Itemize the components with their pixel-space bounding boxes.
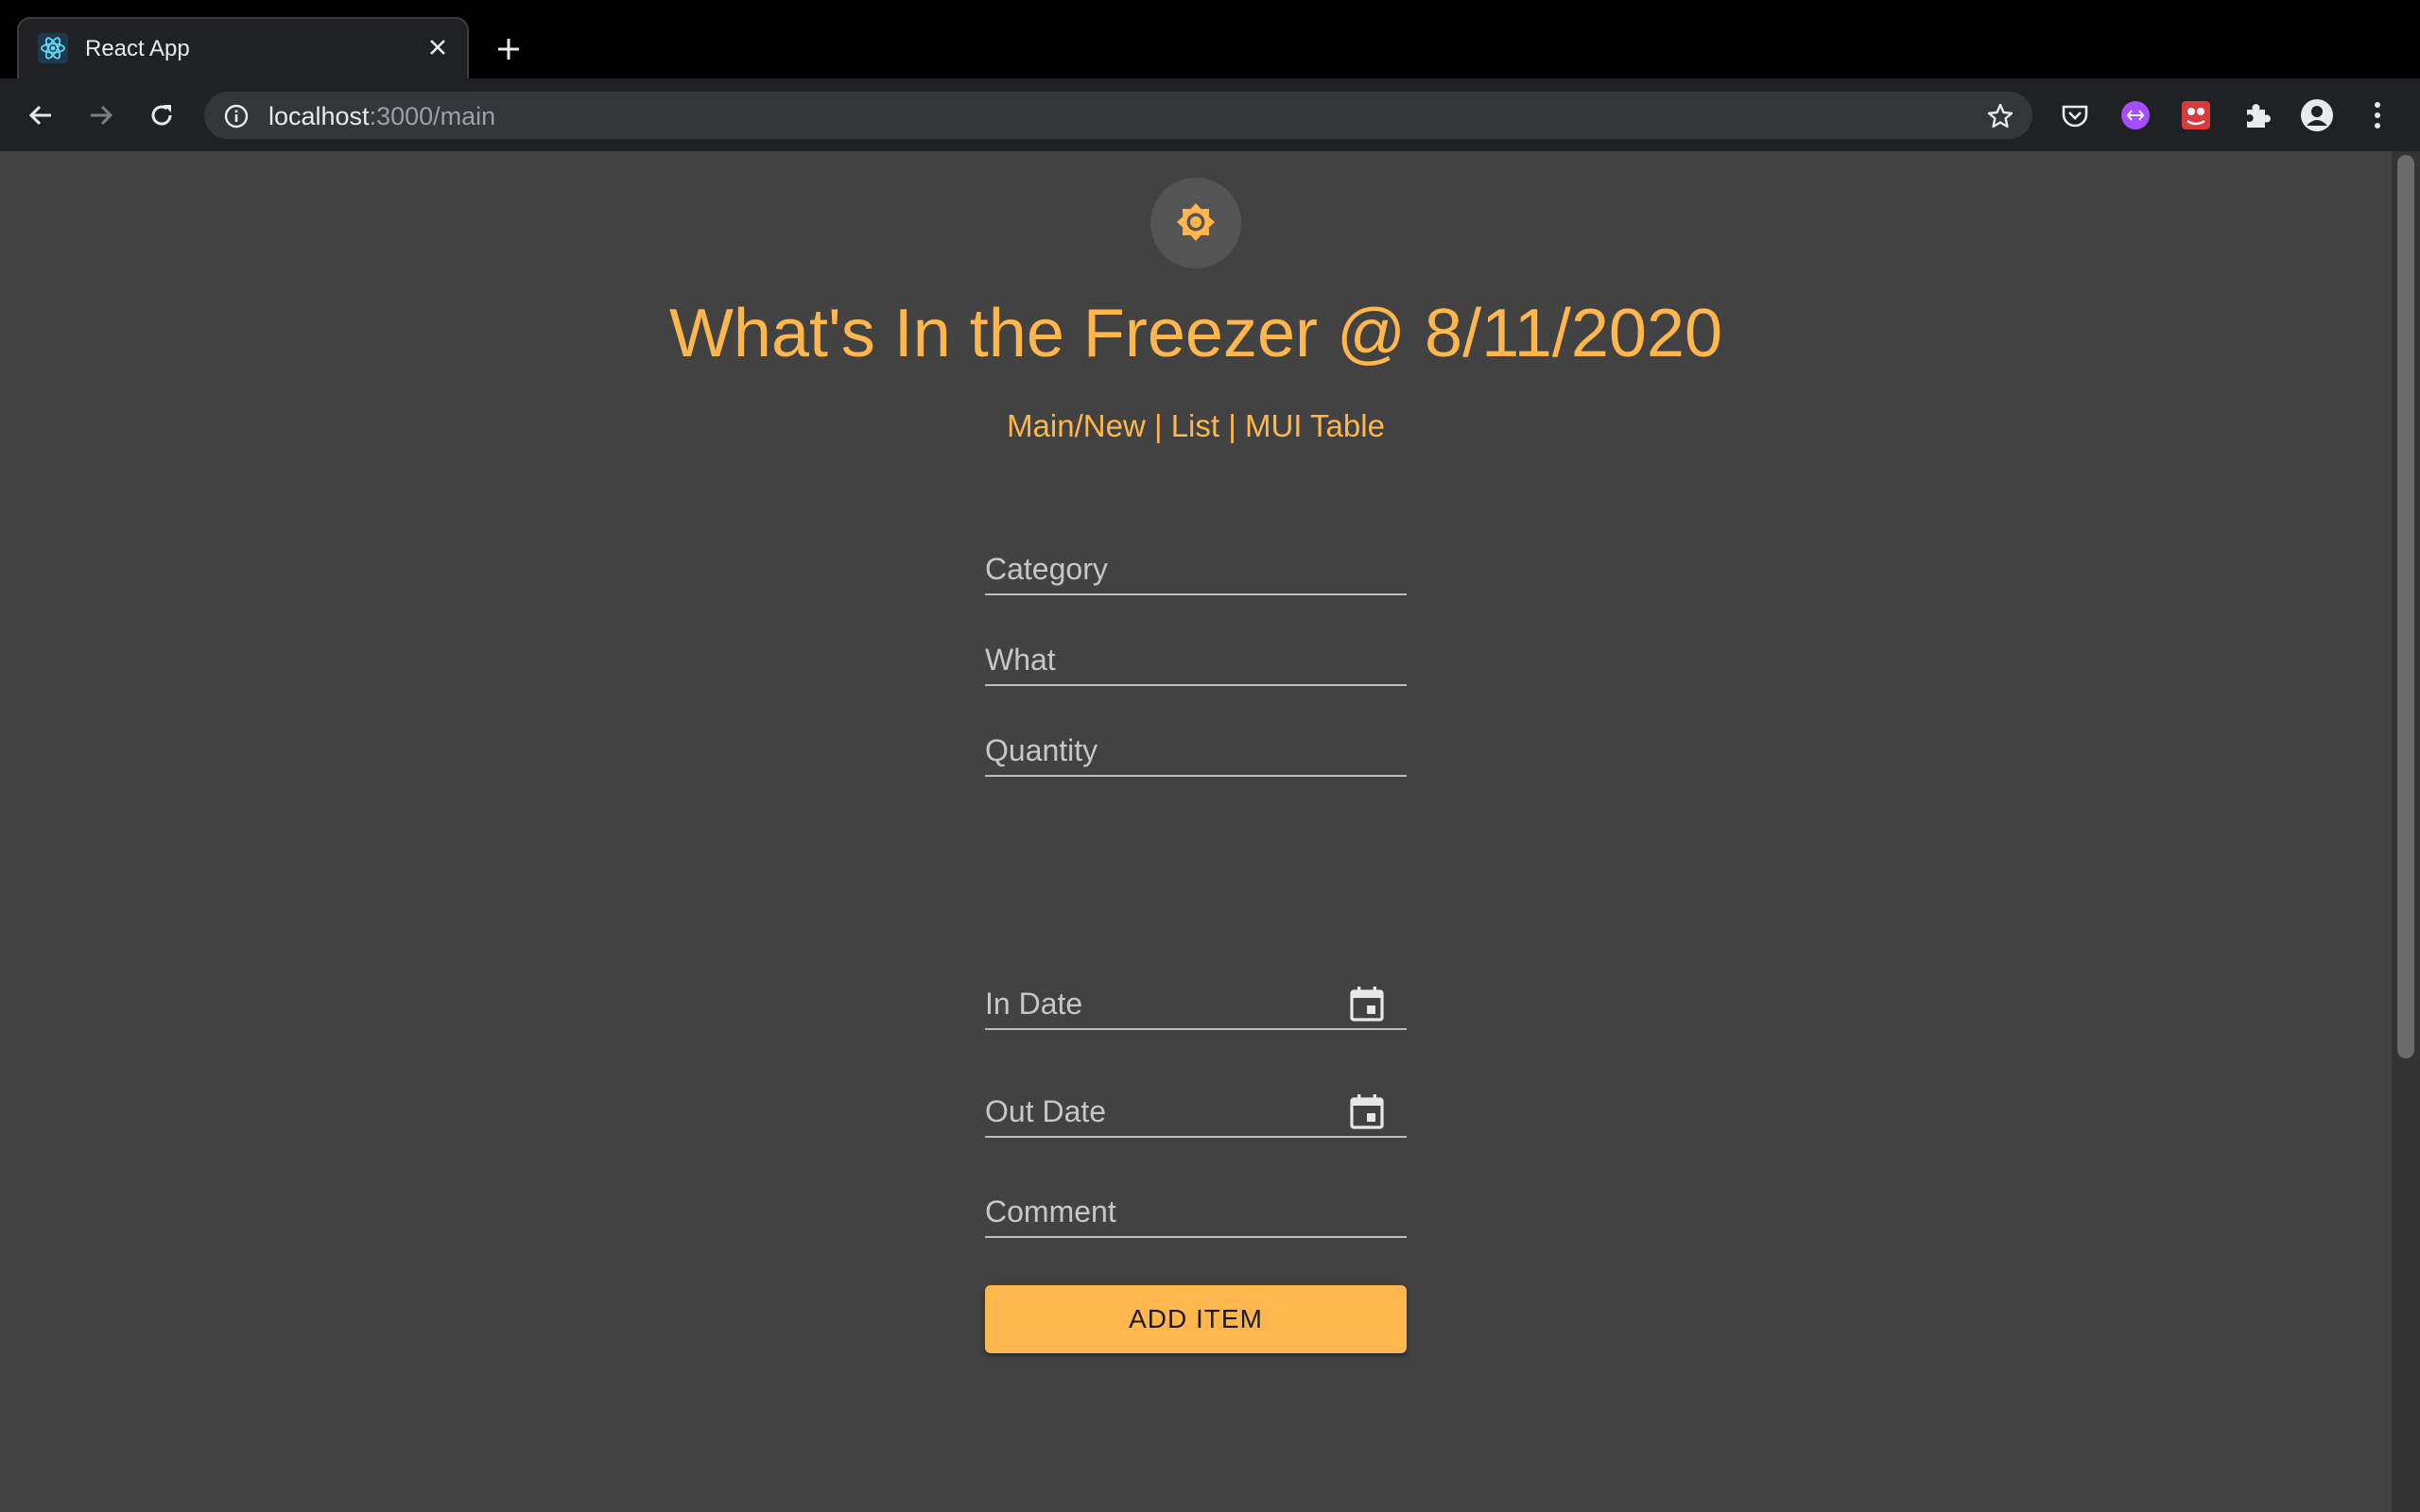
info-icon[interactable] (223, 103, 250, 129)
forward-icon[interactable] (81, 95, 121, 135)
nav-links: Main/New | List | MUI Table (0, 408, 2392, 444)
nav-separator: | (1145, 408, 1171, 443)
extension-red-icon[interactable] (2178, 97, 2214, 133)
out-date-input[interactable] (985, 1081, 1344, 1136)
menu-dots-icon[interactable] (2360, 97, 2395, 133)
what-field (985, 629, 1407, 686)
extension-purple-icon[interactable] (2118, 97, 2153, 133)
theme-toggle-button[interactable] (1150, 178, 1241, 268)
url-host: localhost (268, 102, 370, 130)
page-content: What's In the Freezer @ 8/11/2020 Main/N… (0, 151, 2420, 1512)
quantity-input[interactable] (985, 720, 1407, 775)
new-tab-icon[interactable] (490, 30, 527, 68)
puzzle-extensions-icon[interactable] (2238, 97, 2274, 133)
quantity-field (985, 720, 1407, 777)
nav-link-list[interactable]: List (1171, 408, 1219, 443)
address-bar[interactable]: localhost:3000/main (204, 92, 2032, 139)
react-atom-icon (38, 33, 68, 63)
what-input[interactable] (985, 629, 1407, 684)
in-date-calendar-icon[interactable] (1346, 983, 1388, 1024)
tab-title: React App (85, 36, 190, 61)
browser-toolbar: localhost:3000/main (0, 78, 2420, 151)
comment-input[interactable] (985, 1181, 1407, 1236)
out-date-calendar-icon[interactable] (1346, 1091, 1388, 1132)
in-date-field (985, 973, 1407, 1030)
page-title: What's In the Freezer @ 8/11/2020 (668, 296, 1723, 371)
browser-tab[interactable]: React App (17, 17, 469, 80)
browser-tab-bar: React App (0, 0, 2420, 80)
nav-link-main-new[interactable]: Main/New (1007, 408, 1146, 443)
category-input[interactable] (985, 539, 1407, 593)
category-field (985, 539, 1407, 595)
pocket-icon[interactable] (2057, 97, 2093, 133)
add-item-button[interactable]: ADD ITEM (985, 1285, 1407, 1353)
scrollbar-thumb[interactable] (2397, 155, 2414, 1058)
scrollbar[interactable] (2392, 151, 2420, 1512)
nav-separator: | (1219, 408, 1245, 443)
out-date-field (985, 1081, 1407, 1138)
sun-icon (1173, 199, 1219, 248)
profile-icon[interactable] (2299, 97, 2335, 133)
bookmark-star-icon[interactable] (1985, 101, 2015, 131)
reload-icon[interactable] (142, 95, 182, 135)
url-path: :3000/main (369, 102, 496, 130)
comment-field (985, 1181, 1407, 1238)
back-icon[interactable] (21, 95, 60, 135)
url-text: localhost:3000/main (268, 102, 495, 131)
nav-link-mui-table[interactable]: MUI Table (1245, 408, 1385, 443)
close-tab-icon[interactable] (422, 31, 454, 63)
in-date-input[interactable] (985, 973, 1344, 1028)
